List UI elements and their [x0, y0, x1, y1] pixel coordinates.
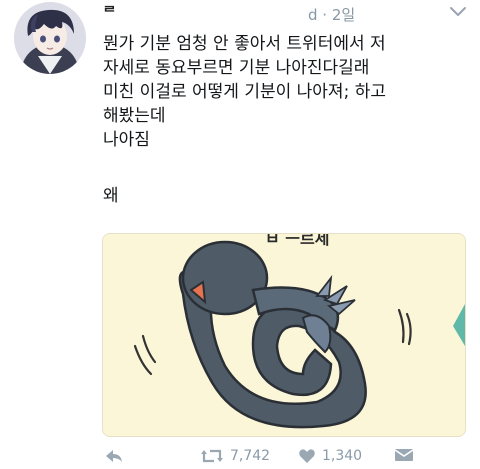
- retweet-icon: [201, 449, 223, 463]
- tweet-actions: 7,742 1,340: [0, 443, 480, 469]
- tweet-line: 왜: [103, 186, 119, 206]
- avatar[interactable]: [14, 2, 86, 74]
- tweet-media[interactable]: ㅂ ㅡ르세: [102, 233, 466, 437]
- tweet-line: 자세로 동요부르면 기분 나아진다길래: [103, 58, 370, 78]
- tweet-line: 미친 이걸로 어떻게 기분이 나아져; 하고: [103, 82, 386, 102]
- tweet-line: 뭔가 기분 엄청 안 좋아서 트위터에서 저: [103, 34, 386, 54]
- reply-button[interactable]: [104, 447, 130, 465]
- reply-icon: [106, 450, 122, 462]
- tweet: ᄅ d · 2일 뭔가 기분 엄청 안 좋아서 트위터에서 저 자세로 동요부르…: [0, 0, 480, 469]
- tweet-line: 해봤는데: [103, 106, 166, 126]
- tweet-line: 나아짐: [103, 130, 150, 150]
- direct-message-button[interactable]: [394, 447, 420, 463]
- tweet-timestamp[interactable]: d · 2일: [308, 4, 355, 25]
- like-count: 1,340: [322, 448, 363, 464]
- message-icon: [394, 449, 414, 461]
- like-icon: [299, 449, 315, 463]
- author-name[interactable]: ᄅ: [103, 2, 116, 22]
- tweet-text: 뭔가 기분 엄청 안 좋아서 트위터에서 저 자세로 동요부르면 기분 나아진다…: [103, 32, 463, 208]
- retweet-button[interactable]: 7,742: [200, 447, 270, 465]
- media-caption-fragment: ㅂ ㅡ르세: [265, 234, 329, 248]
- cartoon-bird-image: ㅂ ㅡ르세: [103, 234, 465, 436]
- retweet-count: 7,742: [230, 448, 271, 464]
- avatar-image: [14, 2, 86, 74]
- like-button[interactable]: 1,340: [298, 447, 362, 465]
- chevron-down-icon[interactable]: [447, 3, 469, 21]
